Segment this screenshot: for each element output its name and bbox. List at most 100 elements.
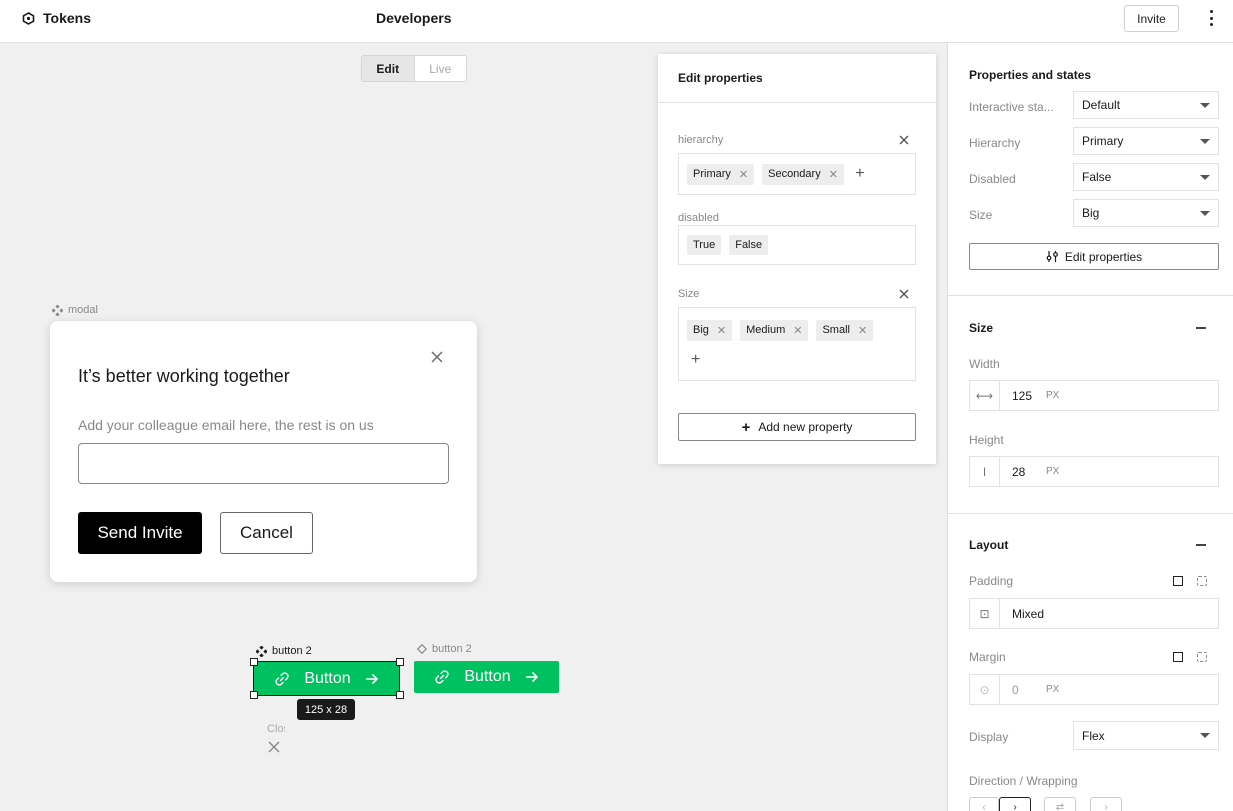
padding-icon: ⊡ bbox=[970, 599, 1000, 628]
close-layer-label[interactable]: Close bbox=[267, 723, 285, 735]
mode-toggle: Edit Live bbox=[361, 55, 467, 82]
value-chip[interactable]: Big ✕ bbox=[687, 319, 733, 341]
add-value-icon[interactable]: + bbox=[852, 165, 868, 183]
uniform-padding-icon[interactable] bbox=[1173, 576, 1183, 586]
margin-unit: PX bbox=[1046, 684, 1060, 695]
value-chip[interactable]: Medium ✕ bbox=[740, 319, 809, 341]
add-value-icon[interactable]: + bbox=[687, 351, 907, 369]
display-select[interactable]: Flex bbox=[1073, 721, 1219, 750]
interactive-state-select[interactable]: Default bbox=[1073, 91, 1219, 119]
resize-handle[interactable] bbox=[250, 658, 258, 666]
close-icon[interactable] bbox=[268, 740, 280, 758]
size-select[interactable]: Big bbox=[1073, 199, 1219, 227]
width-unit: PX bbox=[1046, 390, 1060, 401]
value-chip[interactable]: Secondary ✕ bbox=[762, 163, 844, 185]
collapse-layout-icon[interactable] bbox=[1196, 544, 1206, 546]
property-values-box: Primary ✕ Secondary ✕ + bbox=[678, 153, 916, 195]
mode-edit-tab[interactable]: Edit bbox=[362, 56, 415, 81]
remove-value-icon[interactable]: ✕ bbox=[717, 324, 726, 337]
modal-layer-name: modal bbox=[68, 304, 98, 316]
margin-icon: ⊙ bbox=[970, 675, 1000, 704]
remove-value-icon[interactable]: ✕ bbox=[858, 324, 867, 337]
hierarchy-select[interactable]: Primary bbox=[1073, 127, 1219, 155]
sliders-icon bbox=[1046, 251, 1058, 262]
wrap-icon[interactable]: ⇄ bbox=[1044, 797, 1076, 811]
individual-padding-icon[interactable] bbox=[1197, 576, 1207, 586]
display-label: Display bbox=[969, 730, 1009, 744]
chevron-down-icon bbox=[1200, 210, 1210, 216]
collapse-size-icon[interactable] bbox=[1196, 327, 1206, 329]
component-icon bbox=[256, 645, 267, 657]
right-sidebar: Properties and states Interactive sta...… bbox=[947, 43, 1233, 811]
button-instance[interactable]: Button bbox=[414, 661, 559, 693]
edit-properties-button[interactable]: Edit properties bbox=[969, 243, 1219, 270]
disabled-select[interactable]: False bbox=[1073, 163, 1219, 191]
direction-right-icon[interactable]: › bbox=[999, 797, 1031, 811]
button-text: Button bbox=[464, 668, 511, 685]
resize-handle[interactable] bbox=[396, 691, 404, 699]
select-value: Flex bbox=[1082, 728, 1105, 743]
chip-label: Medium bbox=[746, 324, 786, 336]
add-property-label: Add new property bbox=[758, 420, 853, 434]
resize-handle[interactable] bbox=[396, 658, 404, 666]
select-value: Primary bbox=[1082, 134, 1124, 148]
margin-field[interactable]: ⊙ 0 PX bbox=[969, 674, 1219, 705]
chip-label: False bbox=[735, 239, 763, 251]
close-icon[interactable] bbox=[431, 350, 443, 368]
chip-label: Small bbox=[822, 324, 850, 336]
more-options-icon[interactable] bbox=[1202, 8, 1220, 28]
mode-live-tab[interactable]: Live bbox=[415, 56, 467, 81]
modal-title: It’s better working together bbox=[78, 366, 290, 386]
value-chip[interactable]: Primary ✕ bbox=[687, 163, 755, 185]
margin-label: Margin bbox=[969, 650, 1006, 664]
value-chip[interactable]: Small ✕ bbox=[816, 319, 874, 341]
divider bbox=[948, 295, 1233, 296]
property-name: disabled bbox=[678, 212, 719, 224]
chevron-down-icon bbox=[1200, 733, 1210, 738]
property-name: hierarchy bbox=[678, 134, 724, 146]
value-chip[interactable]: False bbox=[729, 235, 769, 255]
padding-field[interactable]: ⊡ Mixed bbox=[969, 598, 1219, 629]
cancel-button[interactable]: Cancel bbox=[220, 512, 313, 554]
section-title-size: Size bbox=[969, 321, 994, 335]
resize-handle[interactable] bbox=[250, 691, 258, 699]
prop-label-hierarchy: Hierarchy bbox=[969, 136, 1021, 150]
modal-layer-label[interactable]: modal bbox=[52, 304, 98, 316]
arrow-right-icon bbox=[525, 671, 538, 683]
add-new-property-button[interactable]: + Add new property bbox=[678, 413, 916, 441]
remove-property-icon[interactable] bbox=[899, 132, 909, 148]
top-bar bbox=[0, 0, 1233, 43]
width-label: Width bbox=[969, 357, 1000, 371]
uniform-margin-icon[interactable] bbox=[1173, 652, 1183, 662]
direction-down-icon[interactable]: › bbox=[1090, 797, 1122, 811]
selection-outline bbox=[253, 661, 400, 696]
width-icon: ⟷ bbox=[970, 381, 1000, 410]
direction-wrapping-label: Direction / Wrapping bbox=[969, 774, 1078, 788]
button-instance-name: button 2 bbox=[432, 643, 472, 655]
property-values-box: True False bbox=[678, 225, 916, 265]
link-icon bbox=[435, 670, 449, 684]
chip-label: Primary bbox=[693, 168, 731, 180]
height-field[interactable]: I 28 PX bbox=[969, 456, 1219, 487]
button-layer-label[interactable]: button 2 bbox=[256, 645, 312, 657]
invite-button[interactable]: Invite bbox=[1124, 5, 1179, 32]
email-field-label: Add your colleague email here, the rest … bbox=[78, 417, 374, 433]
button-instance-label[interactable]: button 2 bbox=[417, 643, 472, 655]
brand[interactable]: Tokens bbox=[22, 10, 91, 26]
individual-margin-icon[interactable] bbox=[1197, 652, 1207, 662]
remove-property-icon[interactable] bbox=[899, 286, 909, 302]
direction-left-icon[interactable]: ‹ bbox=[969, 797, 999, 811]
width-field[interactable]: ⟷ 125 PX bbox=[969, 380, 1219, 411]
value-chip[interactable]: True bbox=[687, 235, 722, 255]
remove-value-icon[interactable]: ✕ bbox=[793, 324, 802, 337]
plus-icon: + bbox=[741, 418, 751, 436]
select-value: False bbox=[1082, 170, 1112, 184]
remove-value-icon[interactable]: ✕ bbox=[739, 168, 748, 181]
chevron-down-icon bbox=[1200, 174, 1210, 180]
brand-name: Tokens bbox=[43, 10, 91, 26]
remove-value-icon[interactable]: ✕ bbox=[829, 168, 838, 181]
height-label: Height bbox=[969, 433, 1004, 447]
email-field[interactable] bbox=[78, 443, 449, 484]
send-invite-button[interactable]: Send Invite bbox=[78, 512, 202, 554]
prop-label-disabled: Disabled bbox=[969, 172, 1016, 186]
